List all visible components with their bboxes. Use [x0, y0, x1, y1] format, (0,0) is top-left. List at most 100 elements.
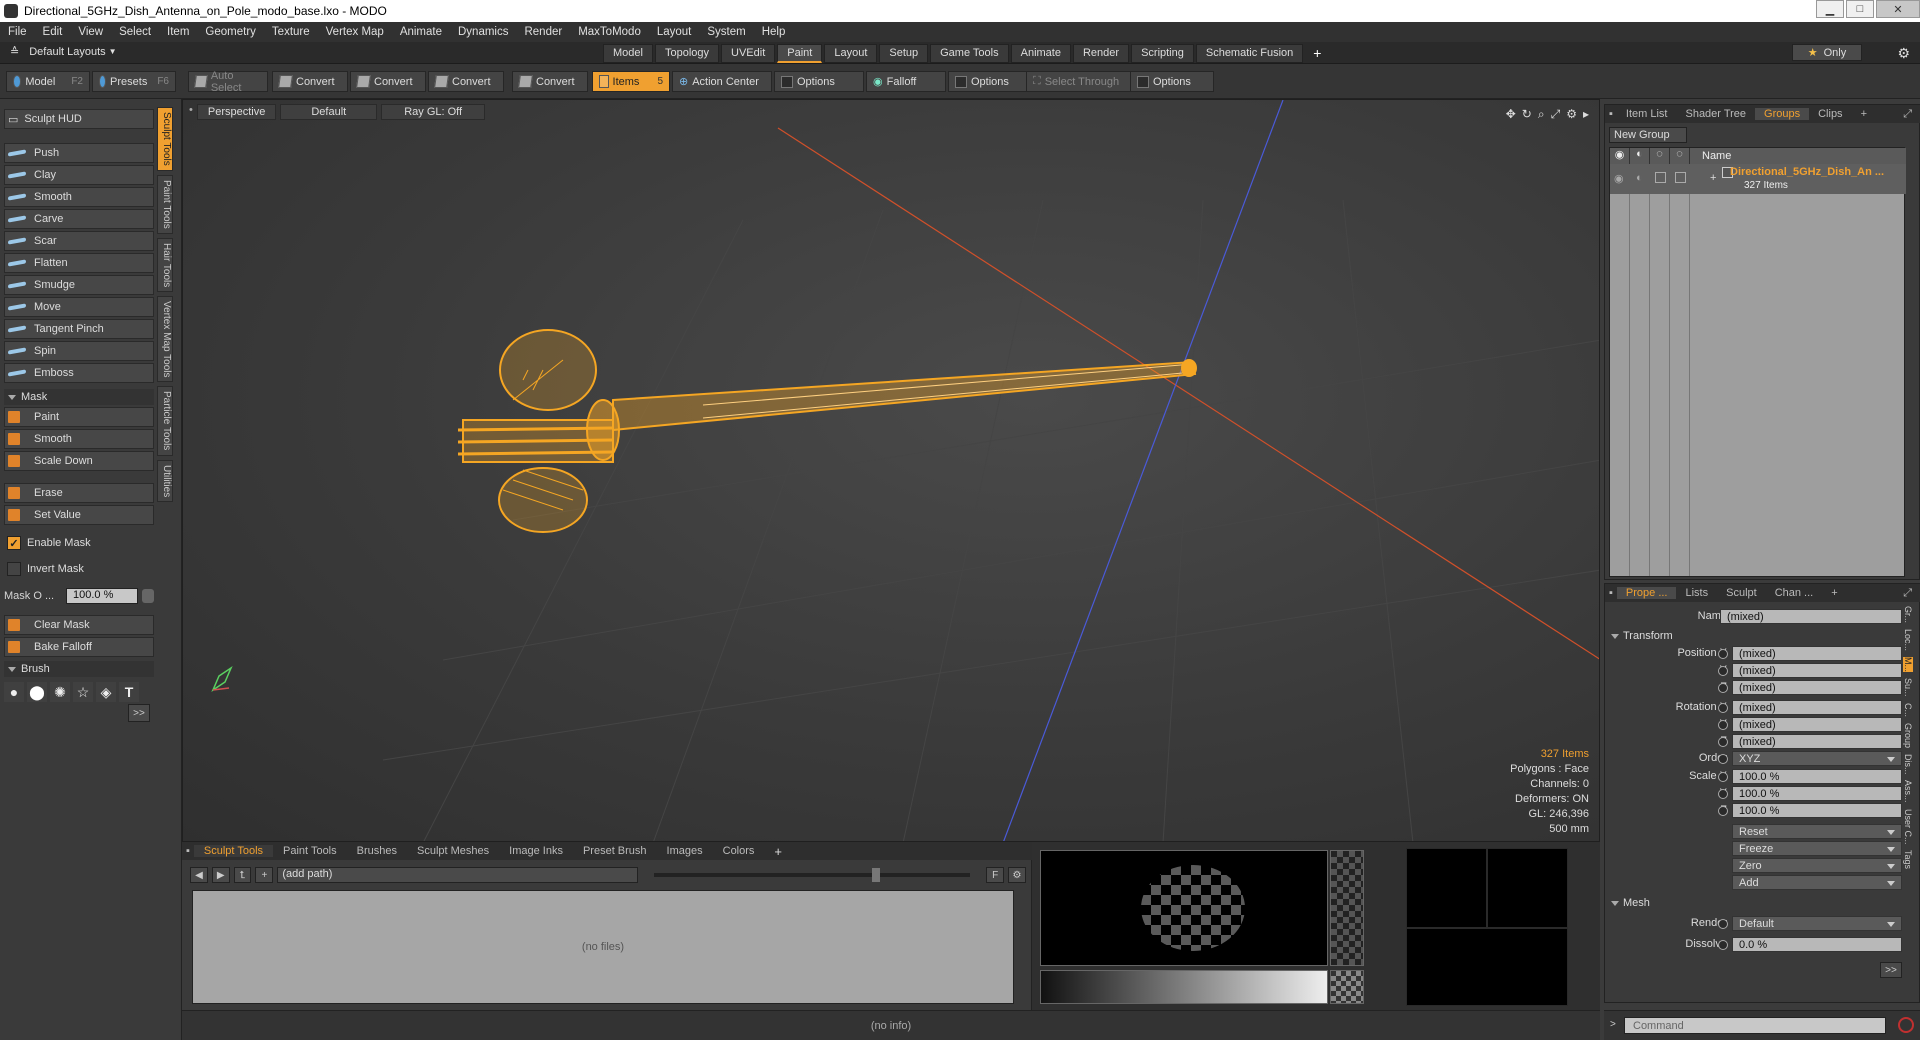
- mask-smooth-button[interactable]: Smooth: [4, 429, 154, 449]
- lock-icon[interactable]: ◌: [1650, 148, 1670, 164]
- menu-render[interactable]: Render: [516, 26, 570, 38]
- add-tab-button[interactable]: +: [1822, 587, 1846, 599]
- eye-icon[interactable]: ◉: [1614, 172, 1624, 185]
- tab-animate[interactable]: Animate: [1010, 44, 1071, 63]
- menu-view[interactable]: View: [70, 26, 111, 38]
- filter-button[interactable]: F: [986, 867, 1005, 883]
- fit-icon[interactable]: ⤢: [1551, 107, 1561, 122]
- menu-layout[interactable]: Layout: [649, 26, 700, 38]
- maximize-button[interactable]: □: [1846, 0, 1874, 18]
- gear-icon[interactable]: ⚙: [1566, 107, 1577, 122]
- text-brush-icon[interactable]: T: [119, 682, 139, 702]
- star-brush-icon[interactable]: ☆: [73, 682, 93, 702]
- presets-button[interactable]: Presets F6: [92, 71, 176, 92]
- tab-model[interactable]: Model: [603, 44, 653, 63]
- tab-setup[interactable]: Setup: [879, 44, 929, 63]
- command-input[interactable]: Command: [1624, 1017, 1886, 1034]
- tab-scripting[interactable]: Scripting: [1131, 44, 1194, 63]
- vtab-vertex-map-tools[interactable]: Vertex Map Tools: [157, 295, 173, 383]
- thumbnail-size-slider[interactable]: [653, 868, 971, 882]
- view-type-dropdown[interactable]: Perspective: [196, 104, 277, 120]
- new-group-button[interactable]: New Group: [1609, 127, 1687, 143]
- invert-mask-toggle[interactable]: Invert Mask: [4, 559, 154, 579]
- render-anim-dot[interactable]: [1718, 919, 1728, 929]
- options-button-3[interactable]: Options: [1130, 71, 1214, 92]
- mask-scale-down-button[interactable]: Scale Down: [4, 451, 154, 471]
- add-dropdown[interactable]: Add: [1732, 875, 1902, 890]
- more-button[interactable]: >>: [128, 704, 150, 722]
- mask-opacity-field[interactable]: 100.0 %: [66, 588, 138, 604]
- tab-colors[interactable]: Colors: [713, 845, 765, 857]
- menu-dynamics[interactable]: Dynamics: [450, 26, 516, 38]
- vtab-tags[interactable]: Tags: [1903, 850, 1913, 869]
- options-button-2[interactable]: Options: [948, 71, 1028, 92]
- scale-y-anim-dot[interactable]: [1718, 789, 1728, 799]
- record-icon[interactable]: [1898, 1017, 1914, 1033]
- vtab-user-channels[interactable]: User C...: [1903, 809, 1913, 845]
- rotation-y-field[interactable]: (mixed): [1732, 717, 1902, 732]
- tab-image-inks[interactable]: Image Inks: [499, 845, 573, 857]
- transform-section-header[interactable]: Transform: [1611, 630, 1673, 642]
- reset-dropdown[interactable]: Reset: [1732, 824, 1902, 839]
- mask-section-header[interactable]: Mask: [4, 389, 154, 405]
- dissolve-anim-dot[interactable]: [1718, 940, 1728, 950]
- visibility-eye-icon[interactable]: ◉: [1610, 148, 1630, 164]
- menu-maxtomodo[interactable]: MaxToModo: [570, 26, 649, 38]
- raygl-toggle[interactable]: Ray GL: Off: [381, 104, 486, 120]
- group-row[interactable]: ◉ ◐ + Directional_5GHz_Dish_An ... 327 I…: [1610, 164, 1906, 194]
- name-field[interactable]: (mixed): [1720, 609, 1902, 624]
- vtab-utilities[interactable]: Utilities: [157, 459, 173, 502]
- scale-z-anim-dot[interactable]: [1718, 806, 1728, 816]
- convert-button-2[interactable]: Convert: [350, 71, 426, 92]
- tab-sculpt-tools[interactable]: Sculpt Tools: [193, 845, 274, 857]
- convert-button-1[interactable]: Convert: [272, 71, 348, 92]
- up-arrow-icon[interactable]: ⮤: [233, 867, 252, 883]
- menu-item[interactable]: Item: [159, 26, 197, 38]
- convert-button-4[interactable]: Convert: [512, 71, 588, 92]
- slider-handle-icon[interactable]: [142, 589, 154, 603]
- select-icon[interactable]: ◌: [1670, 148, 1690, 164]
- panel-menu-icon[interactable]: ▪: [1605, 587, 1617, 599]
- path-dropdown[interactable]: (add path): [277, 867, 638, 883]
- viewport-menu-dot[interactable]: •: [189, 104, 193, 120]
- menu-vertex-map[interactable]: Vertex Map: [318, 26, 392, 38]
- tool-smooth[interactable]: Smooth: [4, 187, 154, 207]
- expand-plus-icon[interactable]: +: [1710, 172, 1716, 184]
- vtab-display[interactable]: Dis...: [1903, 754, 1913, 775]
- tab-preset-brush[interactable]: Preset Brush: [573, 845, 657, 857]
- hard-brush-icon[interactable]: ⬤: [27, 682, 47, 702]
- expand-icon[interactable]: ⤢: [1894, 108, 1920, 121]
- vtab-sculpt-tools[interactable]: Sculpt Tools: [157, 107, 173, 171]
- tool-smudge[interactable]: Smudge: [4, 275, 154, 295]
- rotation-x-anim-dot[interactable]: [1718, 703, 1728, 713]
- menu-system[interactable]: System: [699, 26, 753, 38]
- gear-icon[interactable]: ⚙: [1897, 45, 1910, 62]
- vtab-hair-tools[interactable]: Hair Tools: [157, 237, 173, 292]
- add-tab-button[interactable]: +: [764, 844, 792, 859]
- items-button[interactable]: Items 5: [592, 71, 670, 92]
- enable-mask-toggle[interactable]: ✓ Enable Mask: [4, 533, 154, 553]
- more-button[interactable]: >>: [1880, 962, 1902, 978]
- model-button[interactable]: Model F2: [6, 71, 90, 92]
- mesh-section-header[interactable]: Mesh: [1611, 897, 1650, 909]
- procedural-brush-icon[interactable]: ◈: [96, 682, 116, 702]
- dissolve-field[interactable]: 0.0 %: [1732, 937, 1902, 952]
- menu-select[interactable]: Select: [111, 26, 159, 38]
- tab-item-list[interactable]: Item List: [1617, 108, 1677, 120]
- mask-paint-button[interactable]: Paint: [4, 407, 154, 427]
- splatter-brush-icon[interactable]: ✺: [50, 682, 70, 702]
- options-button-1[interactable]: Options: [774, 71, 864, 92]
- shading-dropdown[interactable]: Default: [280, 104, 378, 120]
- position-y-field[interactable]: (mixed): [1732, 663, 1902, 678]
- add-path-icon[interactable]: +: [255, 867, 274, 883]
- back-arrow-icon[interactable]: ◀: [190, 867, 208, 883]
- rotation-x-field[interactable]: (mixed): [1732, 700, 1902, 715]
- tool-move[interactable]: Move: [4, 297, 154, 317]
- sculpt-hud-button[interactable]: ▭ Sculpt HUD: [4, 109, 154, 129]
- soft-brush-icon[interactable]: ●: [4, 682, 24, 702]
- tab-brushes[interactable]: Brushes: [347, 845, 407, 857]
- tab-shader-tree[interactable]: Shader Tree: [1676, 108, 1755, 120]
- gear-icon[interactable]: ⚙: [1008, 867, 1026, 883]
- tab-images[interactable]: Images: [657, 845, 713, 857]
- vtab-locator[interactable]: Loc...: [1903, 629, 1913, 651]
